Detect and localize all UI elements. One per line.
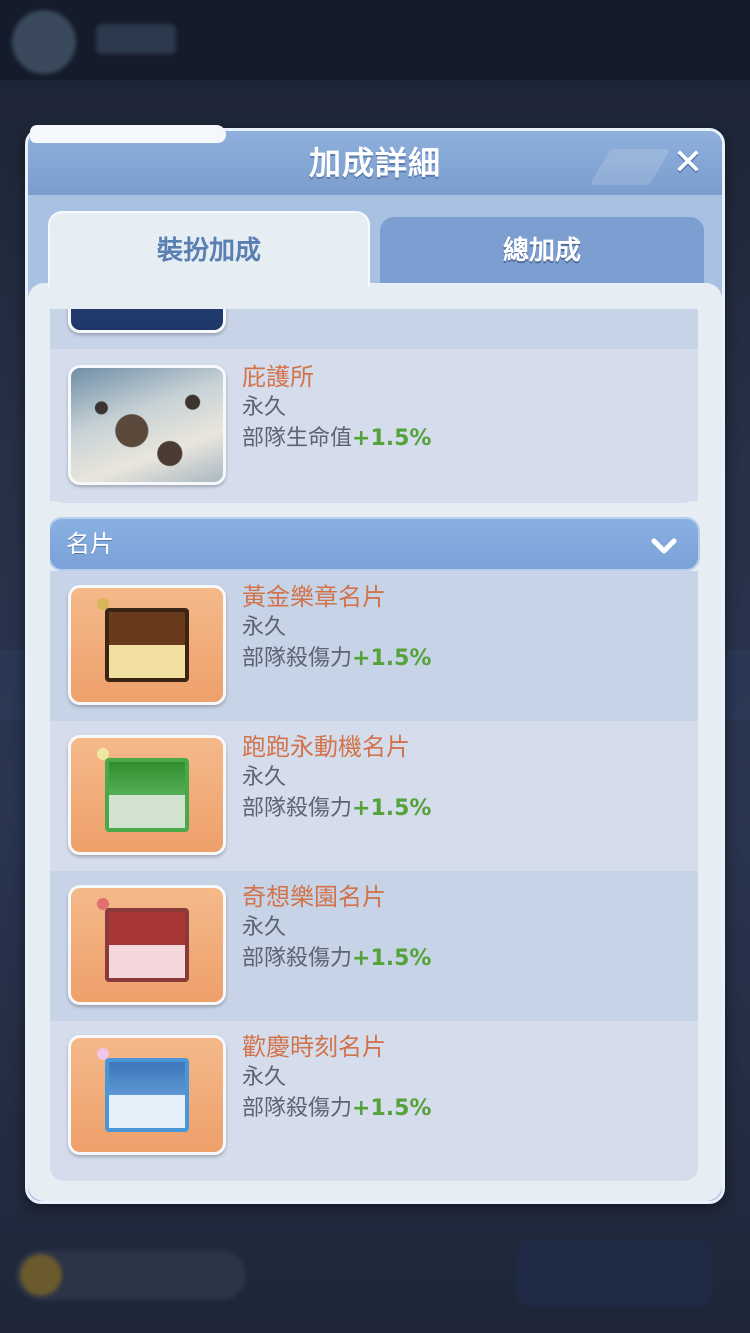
content-panel: 庇護所 永久 部隊生命值+1.5% 名片 黃金樂章名片 永久 部隊殺傷力+1.5… <box>28 283 722 1201</box>
gem-decoration <box>97 898 109 910</box>
item-name: 歡慶時刻名片 <box>242 1033 386 1061</box>
close-icon[interactable]: ✕ <box>668 143 708 183</box>
effect-label: 部隊殺傷力 <box>242 646 353 671</box>
dialog-title-bar: 加成詳細 ✕ <box>28 125 722 195</box>
item-info: 黃金樂章名片 永久 部隊殺傷力+1.5% <box>242 581 682 675</box>
list-item-partial <box>50 309 698 349</box>
effect-label: 部隊殺傷力 <box>242 946 353 971</box>
item-thumbnail <box>68 309 226 333</box>
item-duration: 永久 <box>242 765 287 790</box>
background-coin-icon <box>20 1254 62 1296</box>
effect-label: 部隊殺傷力 <box>242 1096 353 1121</box>
dialog-title: 加成詳細 <box>308 144 441 182</box>
list-item-namecard[interactable]: 黃金樂章名片 永久 部隊殺傷力+1.5% <box>50 571 698 721</box>
background-avatar <box>12 10 76 74</box>
list-item-shelter[interactable]: 庇護所 永久 部隊生命值+1.5% <box>50 351 698 501</box>
effect-label: 部隊生命值 <box>242 426 353 451</box>
item-effect: 部隊殺傷力+1.5% <box>242 1093 682 1125</box>
item-name: 黃金樂章名片 <box>242 583 386 611</box>
item-effect: 部隊生命值+1.5% <box>242 423 682 455</box>
list-item-namecard[interactable]: 歡慶時刻名片 永久 部隊殺傷力+1.5% <box>50 1021 698 1171</box>
namecard-thumbnail <box>68 1035 226 1155</box>
shelter-thumbnail <box>68 365 226 485</box>
effect-value: +1.5% <box>352 426 432 451</box>
background-player-name <box>96 24 176 54</box>
item-duration: 永久 <box>242 395 287 420</box>
item-duration: 永久 <box>242 615 287 640</box>
item-info: 庇護所 永久 部隊生命值+1.5% <box>242 361 682 455</box>
gem-decoration <box>97 1048 109 1060</box>
item-effect: 部隊殺傷力+1.5% <box>242 643 682 675</box>
item-effect: 部隊殺傷力+1.5% <box>242 793 682 825</box>
gem-decoration <box>97 748 109 760</box>
namecard-graphic <box>105 1058 189 1132</box>
bonus-list[interactable]: 庇護所 永久 部隊生命值+1.5% 名片 黃金樂章名片 永久 部隊殺傷力+1.5… <box>50 309 700 1183</box>
section-header-namecards[interactable]: 名片 <box>50 517 700 571</box>
chevron-down-icon[interactable] <box>650 531 678 559</box>
item-name: 跑跑永動機名片 <box>242 733 410 761</box>
bonus-details-dialog: 加成詳細 ✕ 總加成 庇護所 永久 部隊生命值+1.5% 名片 黃金樂章名片 永… <box>25 125 725 1204</box>
background-action-button <box>516 1240 712 1306</box>
item-name: 庇護所 <box>242 363 314 391</box>
namecard-graphic <box>105 758 189 832</box>
item-info: 跑跑永動機名片 永久 部隊殺傷力+1.5% <box>242 731 682 825</box>
item-name: 奇想樂園名片 <box>242 883 386 911</box>
list-item-namecard[interactable]: 奇想樂園名片 永久 部隊殺傷力+1.5% <box>50 871 698 1021</box>
effect-value: +1.5% <box>352 946 432 971</box>
item-duration: 永久 <box>242 915 287 940</box>
item-effect: 部隊殺傷力+1.5% <box>242 943 682 975</box>
namecard-thumbnail <box>68 885 226 1005</box>
namecard-panel: 黃金樂章名片 永久 部隊殺傷力+1.5% 跑跑永動機名片 永久 部隊殺傷力+1.… <box>50 571 698 1181</box>
section-label: 名片 <box>66 530 114 558</box>
list-item-namecard[interactable]: 跑跑永動機名片 永久 部隊殺傷力+1.5% <box>50 721 698 871</box>
gem-decoration <box>97 598 109 610</box>
effect-label: 部隊殺傷力 <box>242 796 353 821</box>
effect-value: +1.5% <box>352 796 432 821</box>
namecard-thumbnail <box>68 735 226 855</box>
namecard-graphic <box>105 908 189 982</box>
decoration-panel: 庇護所 永久 部隊生命值+1.5% <box>50 309 698 503</box>
item-info: 歡慶時刻名片 永久 部隊殺傷力+1.5% <box>242 1031 682 1125</box>
item-info: 奇想樂園名片 永久 部隊殺傷力+1.5% <box>242 881 682 975</box>
effect-value: +1.5% <box>352 646 432 671</box>
effect-value: +1.5% <box>352 1096 432 1121</box>
namecard-graphic <box>105 608 189 682</box>
namecard-thumbnail <box>68 585 226 705</box>
item-duration: 永久 <box>242 1065 287 1090</box>
tab-total-bonus[interactable]: 總加成 <box>380 217 704 285</box>
tab-outfit-bonus[interactable]: 裝扮加成 <box>48 211 370 287</box>
